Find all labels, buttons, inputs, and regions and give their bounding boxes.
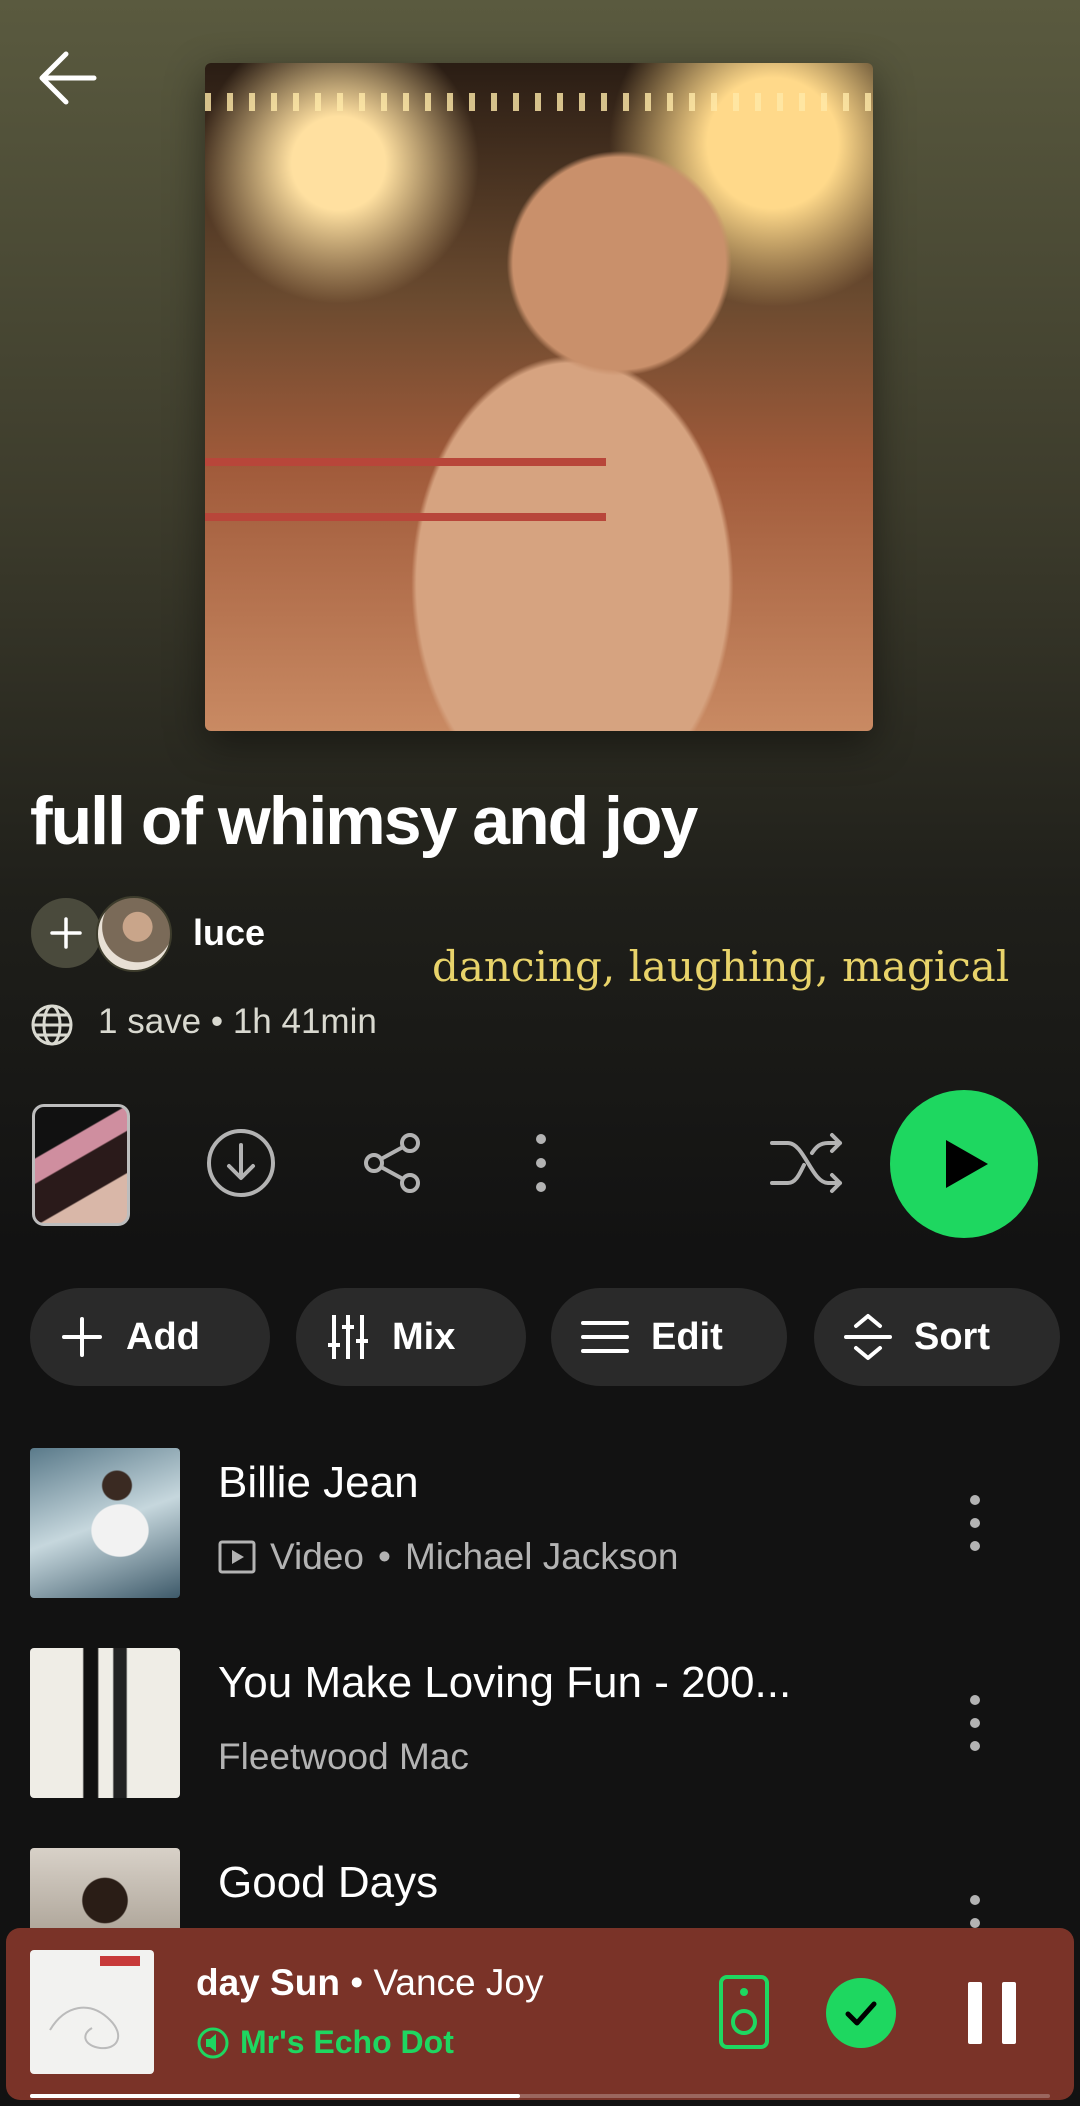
- video-icon: [218, 1540, 256, 1574]
- connected-device[interactable]: Mr's Echo Dot: [196, 2024, 454, 2061]
- owner-avatar[interactable]: [96, 896, 172, 972]
- mix-chip-label: Mix: [392, 1315, 456, 1358]
- now-playing-title: day Sun • Vance Joy: [196, 1962, 543, 2004]
- play-button[interactable]: [890, 1090, 1038, 1238]
- shuffle-icon: [770, 1133, 842, 1193]
- sort-icon: [844, 1314, 892, 1360]
- download-button[interactable]: [205, 1127, 277, 1199]
- add-chip-button[interactable]: Add: [30, 1288, 270, 1386]
- saved-button[interactable]: [826, 1978, 896, 2048]
- track-subtitle: Video • Michael Jackson: [218, 1536, 678, 1578]
- more-vertical-icon: [536, 1134, 546, 1192]
- track-row[interactable]: You Make Loving Fun - 200... Fleetwood M…: [0, 1648, 1080, 1808]
- track-artwork: [30, 1448, 180, 1598]
- edit-chip-button[interactable]: Edit: [551, 1288, 787, 1386]
- playlist-tagline: dancing, laughing, magical: [432, 942, 1010, 991]
- now-playing-track: day Sun: [196, 1962, 340, 2003]
- track-title: You Make Loving Fun - 200...: [218, 1658, 792, 1707]
- shuffle-button[interactable]: [768, 1127, 848, 1199]
- edit-chip-label: Edit: [651, 1315, 723, 1358]
- now-playing-artist: Vance Joy: [373, 1962, 544, 2003]
- share-button[interactable]: [356, 1127, 428, 1199]
- owner-name[interactable]: luce: [193, 912, 265, 954]
- track-title: Good Days: [218, 1858, 439, 1907]
- plus-icon: [62, 1317, 102, 1357]
- speaker-icon: [719, 1975, 769, 2049]
- track-type: Video: [270, 1536, 364, 1577]
- menu-icon: [581, 1321, 629, 1353]
- globe-icon: [30, 1003, 74, 1047]
- now-playing-bar[interactable]: day Sun • Vance Joy Mr's Echo Dot: [6, 1928, 1074, 2100]
- playlist-cover-image: [205, 63, 873, 731]
- back-button[interactable]: [30, 40, 106, 116]
- track-artist: Fleetwood Mac: [218, 1736, 469, 1777]
- track-more-button[interactable]: [955, 1488, 995, 1558]
- playlist-meta: 1 save • 1h 41min: [98, 1002, 377, 1041]
- preview-thumbnail[interactable]: [32, 1104, 130, 1226]
- sort-chip-label: Sort: [914, 1315, 990, 1358]
- download-icon: [207, 1129, 275, 1197]
- more-vertical-icon: [970, 1495, 980, 1551]
- arrow-left-icon: [39, 51, 97, 105]
- share-icon: [364, 1133, 420, 1193]
- track-row[interactable]: Billie Jean Video • Michael Jackson: [0, 1448, 1080, 1608]
- track-artwork: [30, 1648, 180, 1798]
- track-artist: Michael Jackson: [404, 1536, 679, 1577]
- playlist-title: full of whimsy and joy: [30, 783, 698, 859]
- now-playing-separator: •: [339, 1962, 374, 2003]
- now-playing-artwork: [30, 1950, 154, 2074]
- connect-device-button[interactable]: [718, 1974, 770, 2050]
- track-title: Billie Jean: [218, 1458, 419, 1507]
- track-subtitle: Fleetwood Mac: [218, 1736, 469, 1778]
- more-options-button[interactable]: [505, 1127, 577, 1199]
- more-vertical-icon: [970, 1695, 980, 1751]
- track-more-button[interactable]: [955, 1688, 995, 1758]
- play-icon: [946, 1140, 988, 1188]
- pause-icon: [968, 1982, 1016, 2044]
- add-collaborator-button[interactable]: [31, 898, 101, 968]
- speaker-wave-icon: [197, 2027, 229, 2058]
- check-icon: [845, 2001, 877, 2026]
- playback-progress-bar[interactable]: [30, 2094, 1050, 2098]
- pause-button[interactable]: [964, 1980, 1020, 2046]
- plus-icon: [50, 917, 82, 949]
- mix-chip-button[interactable]: Mix: [296, 1288, 526, 1386]
- device-name: Mr's Echo Dot: [240, 2024, 454, 2060]
- sliders-icon: [328, 1315, 368, 1359]
- sort-chip-button[interactable]: Sort: [814, 1288, 1060, 1386]
- add-chip-label: Add: [126, 1315, 200, 1358]
- playback-progress-fill: [30, 2094, 520, 2098]
